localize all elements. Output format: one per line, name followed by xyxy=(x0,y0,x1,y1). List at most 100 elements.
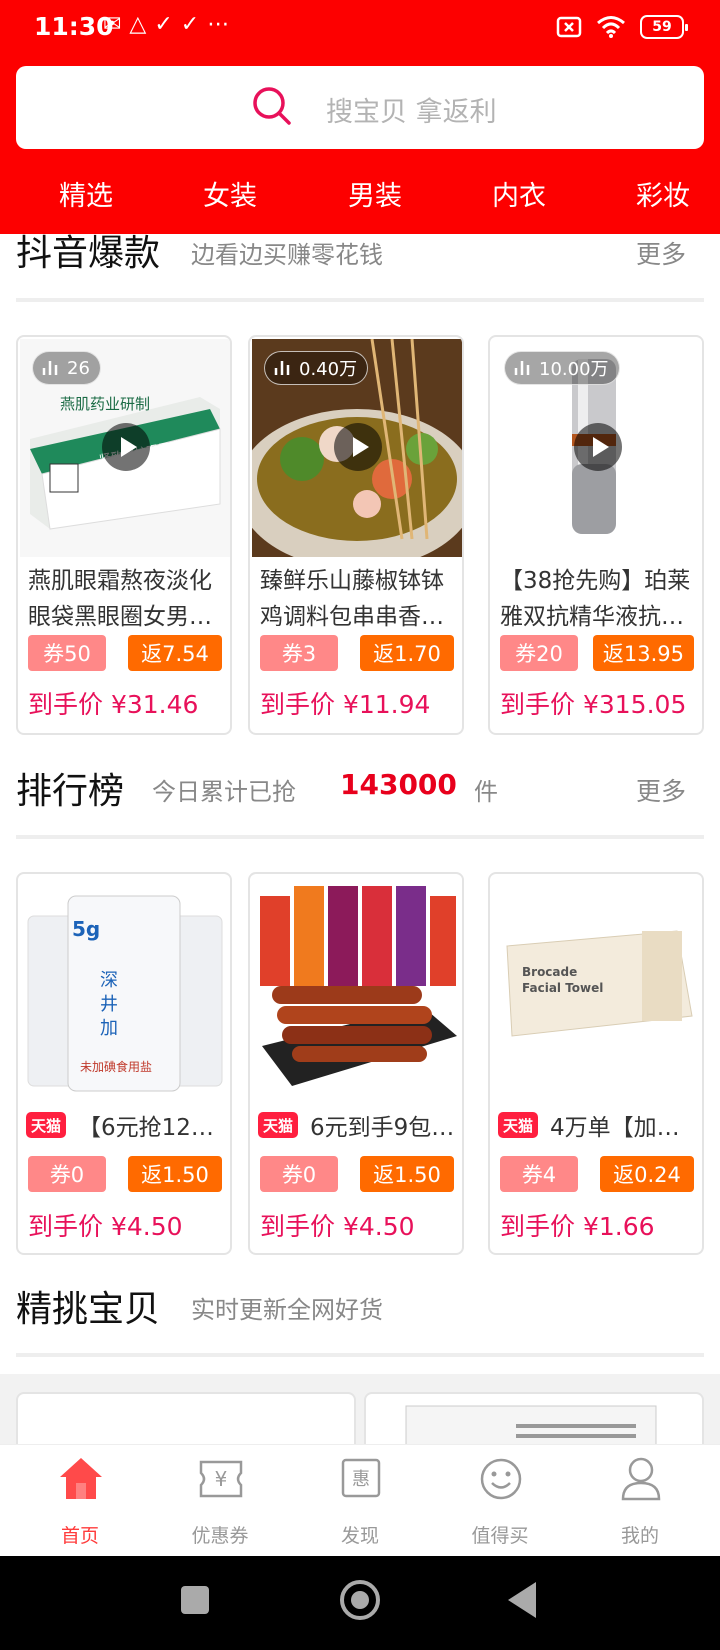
more-link-douyin[interactable]: 更多 xyxy=(636,235,686,271)
rebate-badge: 返1.70 xyxy=(360,635,454,671)
product-card[interactable]: 天猫 6元到手9包辣条烤肠 券0 返1.50 到手价 ¥4.50 xyxy=(248,872,464,1255)
product-name: 臻鲜乐山藤椒钵钵鸡调料包串串香火锅 xyxy=(260,568,444,630)
svg-text:加: 加 xyxy=(100,1018,118,1039)
smiley-icon xyxy=(480,1458,522,1500)
nav-discover[interactable]: 惠 发现 xyxy=(310,1453,410,1553)
final-price: 到手价 ¥11.94 xyxy=(260,685,430,721)
product-name: 【6元抢12袋】深井加盐 xyxy=(78,1115,228,1141)
product-card[interactable]: 燕肌药业研制 紧致修护眼霜(抗皱型) 26 燕肌眼霜熬夜淡化眼袋黑眼圈女男士紧致… xyxy=(16,335,232,735)
nav-home[interactable]: 首页 xyxy=(30,1453,130,1553)
nav-label: 首页 xyxy=(60,1525,99,1547)
price-value: ¥11.94 xyxy=(342,690,431,719)
coupon-badge: 券3 xyxy=(260,635,338,671)
nav-worth-buying[interactable]: 值得买 xyxy=(450,1453,550,1553)
tmall-badge: 天猫 xyxy=(26,1112,66,1138)
svg-text:未加碘食用盐: 未加碘食用盐 xyxy=(80,1059,152,1074)
bar-chart-icon xyxy=(514,361,530,375)
price-value: ¥315.05 xyxy=(582,690,687,719)
price-label: 到手价 xyxy=(260,690,336,719)
view-count-badge: 0.40万 xyxy=(264,351,369,385)
tmall-badge: 天猫 xyxy=(258,1112,298,1138)
play-icon[interactable] xyxy=(102,423,150,471)
nav-label: 我的 xyxy=(620,1525,659,1547)
svg-text:¥: ¥ xyxy=(215,1467,228,1491)
svg-text:Brocade: Brocade xyxy=(522,965,577,979)
tab-menswear[interactable]: 男装 xyxy=(348,174,402,213)
svg-text:燕肌药业研制: 燕肌药业研制 xyxy=(60,395,150,413)
product-card[interactable]: 5g 深 井 加 未加碘食用盐 天猫 【6元抢12袋】深井加盐 券0 返1.50… xyxy=(16,872,232,1255)
product-name: 燕肌眼霜熬夜淡化眼袋黑眼圈女男士紧致 xyxy=(28,568,212,630)
product-image: 5g 深 井 加 未加碘食用盐 xyxy=(20,876,230,1094)
home-icon xyxy=(60,1458,102,1499)
status-right: 59 xyxy=(556,13,688,41)
nav-label: 值得买 xyxy=(471,1525,529,1547)
category-tabs: 精选 女装 男装 内衣 彩妆 xyxy=(0,170,720,220)
product-image xyxy=(252,876,462,1094)
section-subtitle-picks: 实时更新全网好货 xyxy=(191,1296,383,1324)
status-time: 11:30 xyxy=(34,12,114,41)
nav-profile[interactable]: 我的 xyxy=(590,1453,690,1553)
tmall-badge: 天猫 xyxy=(498,1112,538,1138)
price-value: ¥4.50 xyxy=(110,1212,183,1241)
product-card[interactable]: Brocade Facial Towel 天猫 4万单【加厚洗脸巾】 券4 返0… xyxy=(488,872,704,1255)
play-icon[interactable] xyxy=(334,423,382,471)
notification-icons: ✉△✓✓⋯ xyxy=(103,12,238,37)
profile-icon xyxy=(621,1457,661,1501)
status-bar: 11:30 ✉△✓✓⋯ 59 xyxy=(0,0,720,55)
section-title-ranking: 排行榜 xyxy=(16,771,125,812)
svg-text:惠: 惠 xyxy=(352,1469,370,1490)
svg-text:5g: 5g xyxy=(72,917,100,941)
rebate-badge: 返13.95 xyxy=(592,635,694,671)
price-label: 到手价 xyxy=(500,690,576,719)
divider xyxy=(16,835,704,839)
rebate-badge: 返0.24 xyxy=(600,1156,694,1192)
recents-button[interactable] xyxy=(181,1586,209,1614)
discover-icon: 惠 xyxy=(341,1458,381,1498)
nav-coupons[interactable]: ¥ 优惠券 xyxy=(170,1453,270,1553)
tab-makeup[interactable]: 彩妆 xyxy=(636,174,690,213)
view-count: 10.00万 xyxy=(539,359,609,380)
nav-label: 优惠券 xyxy=(191,1525,249,1547)
price-label: 到手价 xyxy=(260,1212,336,1241)
svg-text:井: 井 xyxy=(100,994,118,1015)
home-button[interactable] xyxy=(340,1580,380,1620)
battery-indicator: 59 xyxy=(640,15,688,39)
section-subtitle-douyin: 边看边买赚零花钱 xyxy=(191,241,383,269)
rebate-badge: 返1.50 xyxy=(360,1156,454,1192)
product-card[interactable]: 10.00万 【38抢先购】珀莱雅双抗精华液抗氧化 券20 返13.95 到手价… xyxy=(488,335,704,735)
section-subtitle-ranking: 今日累计已抢 xyxy=(152,778,296,806)
price-label: 到手价 xyxy=(28,690,104,719)
coupon-badge: 券0 xyxy=(260,1156,338,1192)
final-price: 到手价 ¥4.50 xyxy=(260,1207,415,1243)
product-image: 10.00万 xyxy=(492,339,702,557)
tab-featured[interactable]: 精选 xyxy=(59,174,113,213)
product-image: 燕肌药业研制 紧致修护眼霜(抗皱型) 26 xyxy=(20,339,230,557)
tab-underwear[interactable]: 内衣 xyxy=(492,174,546,213)
coupon-badge: 券4 xyxy=(500,1156,578,1192)
system-nav-bar xyxy=(0,1556,720,1650)
price-value: ¥31.46 xyxy=(110,690,199,719)
product-card[interactable]: 0.40万 臻鲜乐山藤椒钵钵鸡调料包串串香火锅 券3 返1.70 到手价 ¥11… xyxy=(248,335,464,735)
battery-level: 59 xyxy=(652,19,672,35)
nav-label: 发现 xyxy=(340,1525,379,1547)
view-count-badge: 26 xyxy=(32,351,101,385)
header: 11:30 ✉△✓✓⋯ 59 搜宝贝 拿返利 精选 女装 男装 内衣 彩妆 xyxy=(0,0,720,234)
more-link-ranking[interactable]: 更多 xyxy=(636,772,686,808)
bottom-nav: 首页 ¥ 优惠券 惠 发现 值得买 我的 xyxy=(0,1444,720,1556)
bar-chart-icon xyxy=(274,361,290,375)
back-button[interactable] xyxy=(508,1582,536,1618)
bar-chart-icon xyxy=(42,361,58,375)
product-name: 【38抢先购】珀莱雅双抗精华液抗氧化 xyxy=(500,568,691,630)
divider xyxy=(16,1353,704,1357)
view-count: 26 xyxy=(67,357,90,379)
final-price: 到手价 ¥31.46 xyxy=(28,685,198,721)
price-label: 到手价 xyxy=(500,1212,576,1241)
rebate-badge: 返7.54 xyxy=(128,635,222,671)
final-price: 到手价 ¥1.66 xyxy=(500,1207,655,1243)
play-icon[interactable] xyxy=(574,423,622,471)
search-bar[interactable]: 搜宝贝 拿返利 xyxy=(16,66,704,149)
final-price: 到手价 ¥4.50 xyxy=(28,1207,183,1243)
view-count-badge: 10.00万 xyxy=(504,351,620,385)
tab-womenswear[interactable]: 女装 xyxy=(203,174,257,213)
app-screen: 11:30 ✉△✓✓⋯ 59 搜宝贝 拿返利 精选 女装 男装 内衣 彩妆 抖音… xyxy=(0,0,720,1650)
